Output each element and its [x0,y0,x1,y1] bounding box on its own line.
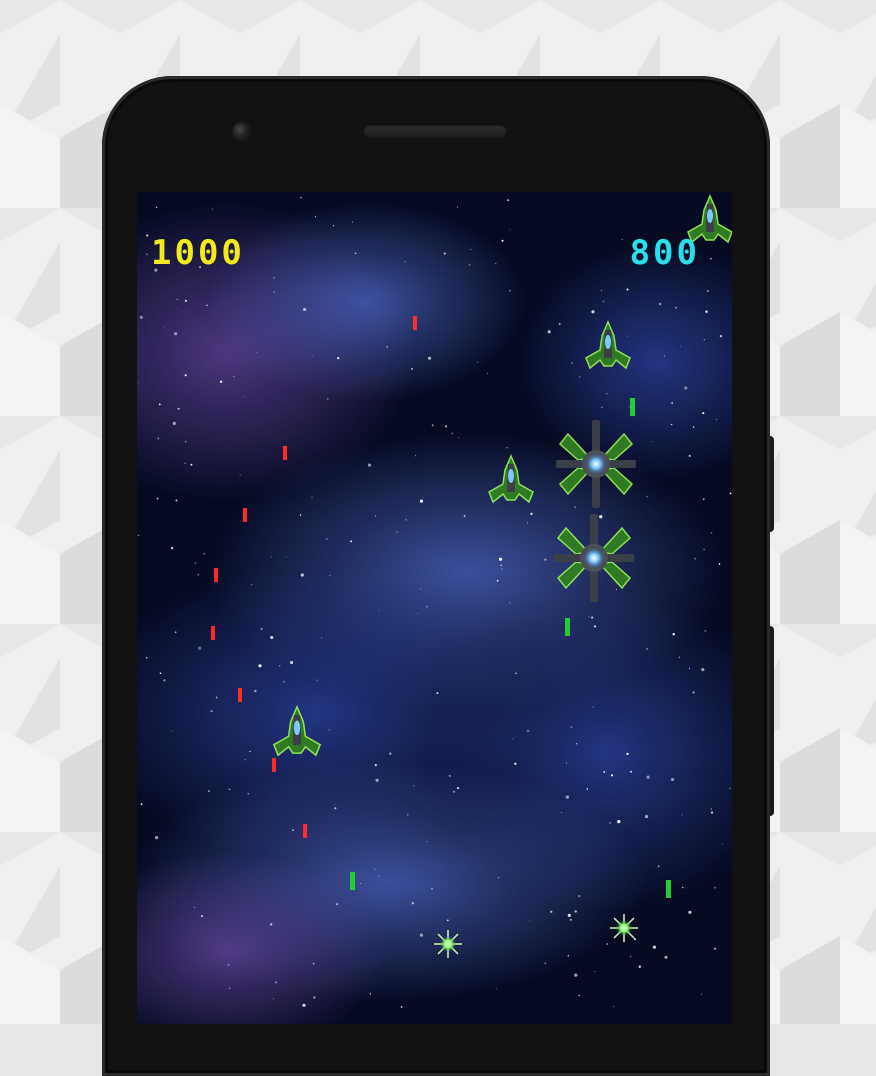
player-laser [214,568,218,582]
x-wing-boss-icon [553,513,635,603]
player-score: 1000 [151,233,245,273]
front-camera-icon [232,122,252,142]
player-laser [211,626,215,640]
star-mine-icon [609,913,639,943]
player-laser [303,824,307,838]
player-laser [238,688,242,702]
enemy-laser [350,872,355,890]
game-screen[interactable]: 1000 800 [137,192,732,1024]
enemy-laser [630,398,635,416]
player-laser [243,508,247,522]
enemy-laser [565,618,570,636]
player-laser [413,316,417,330]
player-laser [272,758,276,772]
enemy-laser [666,880,671,898]
enemy-score: 800 [629,233,700,273]
space-background [137,192,732,1024]
player-laser [283,446,287,460]
x-wing-boss-icon [555,419,637,509]
speaker-grille [363,124,507,138]
star-mine-icon [433,929,463,959]
